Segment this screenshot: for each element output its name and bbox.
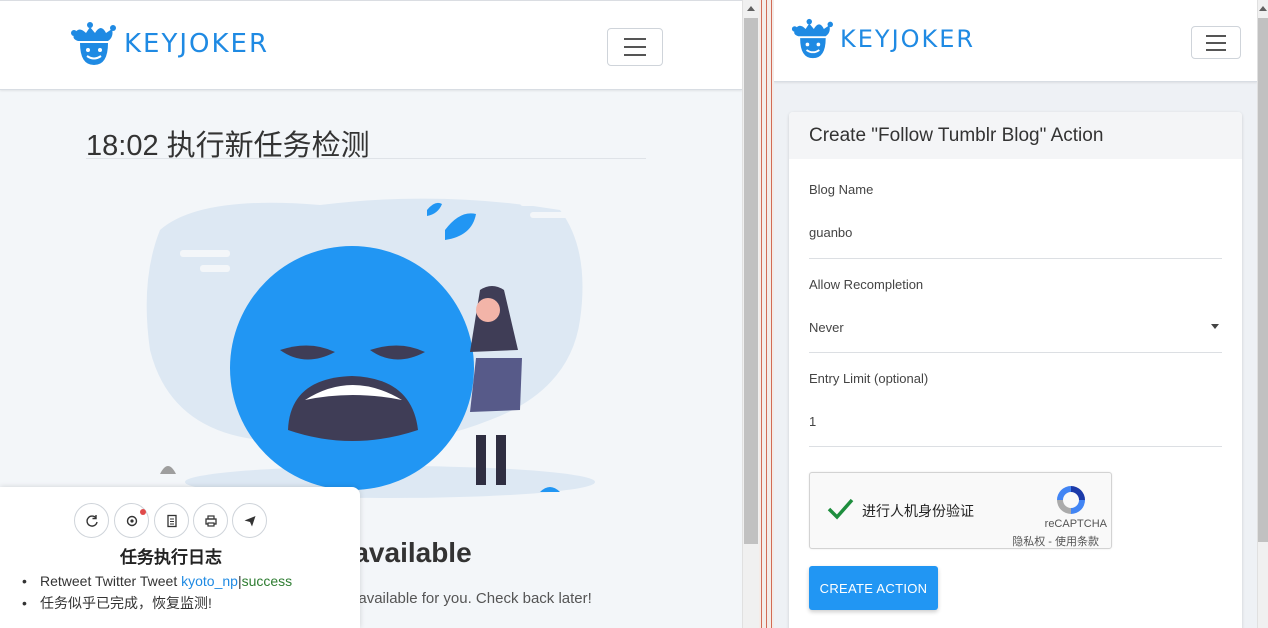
card-header: Create "Follow Tumblr Blog" Action xyxy=(789,112,1242,159)
document-icon xyxy=(166,514,177,527)
refresh-button[interactable] xyxy=(74,503,109,538)
log-entry: 任务似乎已完成，恢复监测! xyxy=(22,594,292,616)
log-entry-status: success xyxy=(241,573,293,589)
send-icon xyxy=(244,515,255,526)
create-action-button[interactable]: CREATE ACTION xyxy=(809,566,938,610)
page-heading: 18:02 执行新任务检测 xyxy=(86,122,646,162)
jester-icon xyxy=(791,18,833,59)
entry-limit-label: Entry Limit (optional) xyxy=(809,371,929,386)
log-document-button[interactable] xyxy=(154,503,189,538)
divider-line xyxy=(771,0,772,628)
settings-button[interactable] xyxy=(114,503,149,538)
checkmark-icon[interactable] xyxy=(826,497,854,521)
recaptcha-privacy-terms-links[interactable]: 隐私权 - 使用条款 xyxy=(1012,533,1099,549)
divider-line xyxy=(766,0,767,628)
left-browser-pane: KEYJOKER 18:02 执行新任务检测 s available ons a… xyxy=(0,0,742,628)
caret-down-icon[interactable] xyxy=(1211,324,1219,329)
task-log-title: 任务执行日志 xyxy=(120,548,222,567)
menu-toggle-button[interactable] xyxy=(1191,26,1241,59)
recaptcha-label: 进行人机身份验证 xyxy=(862,503,974,519)
hamburger-line xyxy=(624,46,646,48)
log-entry-link[interactable]: kyoto_np xyxy=(181,573,238,589)
task-log-list: Retweet Twitter Tweet kyoto_np|success 任… xyxy=(22,572,292,616)
menu-toggle-button[interactable] xyxy=(607,28,663,66)
gear-icon xyxy=(126,515,137,526)
right-browser-pane: KEYJOKER Create "Follow Tumblr Blog" Act… xyxy=(774,0,1257,628)
notification-dot xyxy=(140,509,146,515)
left-scrollbar-thumb[interactable] xyxy=(744,18,758,544)
task-log-card: 任务执行日志 Retweet Twitter Tweet kyoto_np|su… xyxy=(0,487,360,628)
right-scrollbar-thumb[interactable] xyxy=(1258,18,1268,542)
scroll-up-arrow-icon[interactable] xyxy=(747,6,755,11)
recaptcha-widget[interactable]: 进行人机身份验证 reCAPTCHA 隐私权 - 使用条款 xyxy=(809,472,1112,549)
entry-limit-input[interactable]: 1 xyxy=(809,414,816,429)
empty-state-illustration xyxy=(146,198,595,498)
print-button[interactable] xyxy=(193,503,228,538)
divider-line xyxy=(761,0,762,628)
hamburger-line xyxy=(1206,41,1226,44)
create-action-card: Create "Follow Tumblr Blog" Action Blog … xyxy=(789,112,1242,628)
scroll-up-arrow-icon[interactable] xyxy=(1259,6,1267,11)
jester-icon xyxy=(71,22,116,65)
log-entry: Retweet Twitter Tweet kyoto_np|success xyxy=(22,572,292,594)
hamburger-line xyxy=(1206,34,1226,37)
hamburger-line xyxy=(624,54,646,56)
card-title: Create "Follow Tumblr Blog" Action xyxy=(809,125,1104,146)
pane-divider[interactable] xyxy=(759,0,774,628)
allow-recompletion-select[interactable]: Never xyxy=(809,320,844,335)
keyjoker-logo[interactable]: KEYJOKER xyxy=(789,18,975,60)
left-navbar: KEYJOKER xyxy=(0,0,742,90)
brand-name: KEYJOKER xyxy=(124,29,270,59)
left-scrollbar[interactable] xyxy=(742,0,759,628)
recaptcha-logo-icon xyxy=(1057,486,1085,514)
blog-name-label: Blog Name xyxy=(809,182,874,197)
send-button[interactable] xyxy=(232,503,267,538)
refresh-icon xyxy=(85,514,98,527)
input-underline xyxy=(809,352,1222,353)
log-entry-text: Retweet Twitter Tweet xyxy=(40,573,182,589)
printer-icon xyxy=(204,514,217,527)
keyjoker-logo[interactable]: KEYJOKER xyxy=(68,21,269,67)
right-navbar: KEYJOKER xyxy=(774,0,1257,82)
log-entry-text: 任务似乎已完成，恢复监测! xyxy=(40,595,212,611)
recaptcha-brand: reCAPTCHA xyxy=(1044,518,1107,530)
hamburger-line xyxy=(624,38,646,40)
brand-name: KEYJOKER xyxy=(840,25,976,53)
hamburger-line xyxy=(1206,48,1226,51)
right-scrollbar[interactable] xyxy=(1257,0,1268,628)
empty-state-subtitle: ons available for you. Check back later! xyxy=(330,590,592,607)
blog-name-input[interactable]: guanbo xyxy=(809,225,852,240)
input-underline xyxy=(809,258,1222,259)
allow-recompletion-label: Allow Recompletion xyxy=(809,277,924,292)
input-underline xyxy=(809,446,1222,447)
